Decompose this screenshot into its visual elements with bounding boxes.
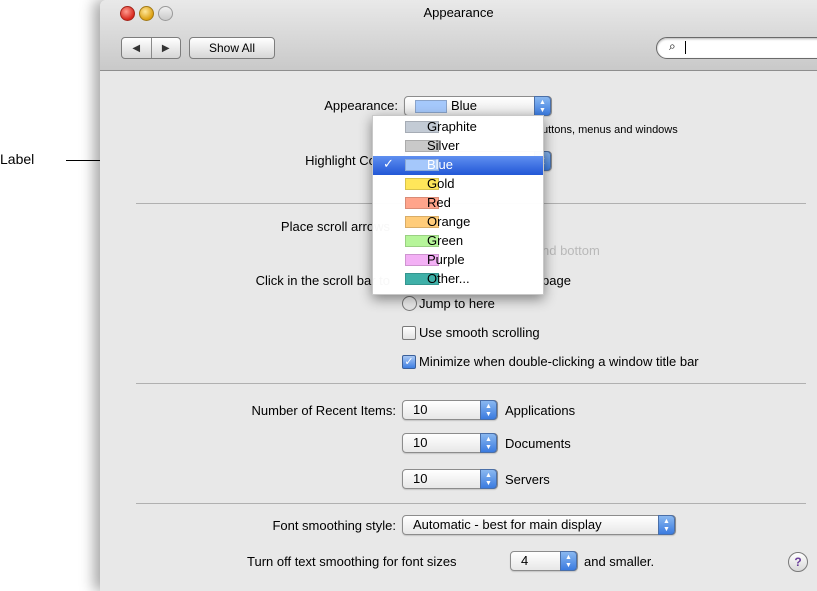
chevron-updown-icon: ▲▼ [534,96,551,116]
scroll-arrows-label: Place scroll arrows [280,219,390,234]
smooth-scrolling-label: Use smooth scrolling [419,325,540,340]
appearance-popup[interactable]: Blue ▲ ▼ [404,96,552,116]
chevron-updown-icon: ▲▼ [480,433,497,453]
highlight-color-menu: Graphite Silver ✓ Blue Gold Red Orange G… [372,115,544,295]
preferences-window: Appearance ◀ ▶ Show All ⌕ Appearance: Bl… [100,0,817,591]
text-caret [685,41,686,54]
menu-item-label: Red [427,195,451,210]
recent-applications-value: 10 [413,402,428,417]
search-field[interactable]: ⌕ [656,37,817,59]
minimize-label: Minimize when double-clicking a window t… [419,354,699,369]
window-title: Appearance [423,5,494,20]
scroll-click-option-next-page[interactable]: page [542,273,571,288]
highlight-color-label: Highlight Colo [305,153,386,168]
smooth-scrolling-checkbox[interactable] [402,326,416,340]
separator [136,383,806,384]
recent-servers-popup[interactable]: 10 ▲ ▼ [402,469,498,489]
recent-applications-popup[interactable]: 10 ▲ ▼ [402,400,498,420]
separator [136,503,806,504]
text-smoothing-label: Turn off text smoothing for font sizes [247,554,457,569]
menu-item-orange[interactable]: Orange [373,213,543,232]
menu-item-red[interactable]: Red [373,194,543,213]
menu-item-gold[interactable]: Gold [373,175,543,194]
back-icon[interactable]: ◀ [122,38,152,58]
chevron-updown-icon: ▲▼ [480,469,497,489]
menu-item-label: Graphite [427,119,477,134]
recent-servers-value: 10 [413,471,428,486]
text-smoothing-size-value: 4 [521,553,529,568]
recent-documents-value: 10 [413,435,428,450]
chevron-updown-icon: ▲▼ [560,551,577,571]
appearance-label: Appearance: [324,98,398,113]
menu-item-silver[interactable]: Silver [373,137,543,156]
jump-to-here-radio[interactable] [402,296,417,311]
menu-item-graphite[interactable]: Graphite [373,118,543,137]
chevron-updown-icon: ▲▼ [480,400,497,420]
scroll-click-label: Click in the scroll bar to [255,273,390,288]
chevron-updown-icon: ▲▼ [658,515,675,535]
font-smoothing-value: Automatic - best for main display [413,517,602,532]
menu-item-blue[interactable]: ✓ Blue [373,156,543,175]
recent-documents-popup[interactable]: 10 ▲ ▼ [402,433,498,453]
menu-item-label: Green [427,233,464,248]
menu-item-purple[interactable]: Purple [373,251,543,270]
show-all-button[interactable]: Show All [189,37,275,59]
back-forward-control: ◀ ▶ [121,37,181,59]
menu-item-label: Silver [427,138,460,153]
menu-item-label: Purple [427,252,465,267]
annotation-label: Label [0,151,35,167]
menu-item-label: Orange [427,214,471,229]
appearance-value: Blue [451,98,478,113]
menu-item-green[interactable]: Green [373,232,543,251]
recent-servers-label: Servers [505,472,550,487]
appearance-description: uttons, menus and windows [542,124,678,136]
scroll-arrows-option-top-bottom[interactable]: nd bottom [542,243,600,258]
font-smoothing-label: Font smoothing style: [272,518,396,533]
text-smoothing-size-popup[interactable]: 4 ▲ ▼ [510,551,578,571]
help-button[interactable]: ? [788,552,808,572]
menu-item-label: Blue [427,157,454,172]
titlebar: Appearance ◀ ▶ Show All ⌕ [100,0,817,71]
blue-swatch-icon [415,100,447,113]
recent-documents-label: Documents [505,436,571,451]
menu-item-other[interactable]: Other... [373,270,543,289]
text-smoothing-suffix: and smaller. [584,554,655,569]
checkmark-icon: ✓ [383,156,394,171]
menu-item-label: Gold [427,176,455,191]
recent-items-label: Number of Recent Items: [251,403,397,418]
jump-to-here-label: Jump to here [419,296,495,311]
menu-item-label: Other... [427,271,470,286]
font-smoothing-popup[interactable]: Automatic - best for main display ▲ ▼ [402,515,676,535]
recent-applications-label: Applications [505,403,576,418]
search-icon: ⌕ [669,39,676,53]
forward-icon[interactable]: ▶ [152,38,181,58]
minimize-checkbox[interactable]: ✓ [402,355,416,369]
